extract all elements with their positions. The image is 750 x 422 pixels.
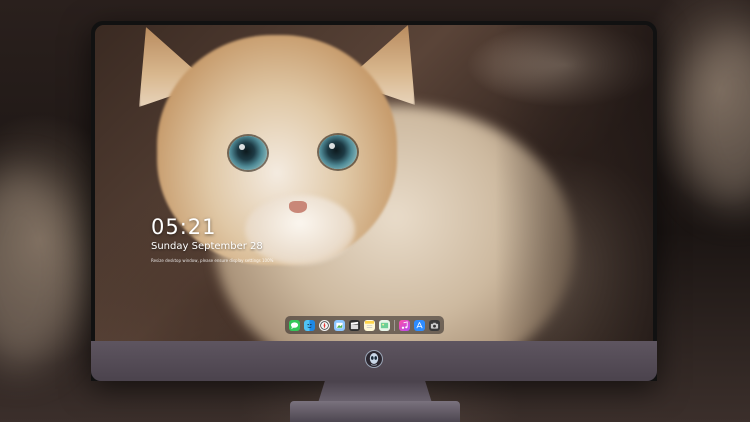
cat-eye <box>229 136 267 170</box>
claquette-icon[interactable] <box>349 319 360 331</box>
lock-date: Sunday September 28 <box>151 241 263 252</box>
dock <box>285 316 444 334</box>
notes-icon[interactable] <box>364 319 375 331</box>
finder-icon[interactable] <box>304 319 315 331</box>
lock-clock: 05:21 <box>151 215 217 239</box>
imac-chin <box>91 341 657 381</box>
music-icon[interactable] <box>399 319 410 331</box>
alien-logo-icon <box>364 349 384 369</box>
imac-stand <box>318 381 432 403</box>
imac-display: 05:21 Sunday September 28 Resize desktop… <box>91 21 657 381</box>
background-shadow <box>495 25 653 359</box>
app-store-icon[interactable] <box>414 319 425 331</box>
screenshot-icon[interactable] <box>429 319 440 331</box>
background-blur <box>0 170 80 370</box>
lock-screen[interactable]: 05:21 Sunday September 28 Resize desktop… <box>95 25 653 359</box>
lock-notice: Resize desktop window, please ensure dis… <box>151 258 274 263</box>
background-blur <box>680 30 750 210</box>
imac-stand-base <box>290 401 460 422</box>
dock-separator <box>394 319 395 331</box>
photos-icon[interactable] <box>379 319 390 331</box>
preview-icon[interactable] <box>334 319 345 331</box>
cat-nose <box>289 201 307 213</box>
cat-eye <box>319 135 357 169</box>
messages-icon[interactable] <box>289 319 300 331</box>
safari-icon[interactable] <box>319 319 330 331</box>
desktop-scene: 05:21 Sunday September 28 Resize desktop… <box>0 0 750 422</box>
